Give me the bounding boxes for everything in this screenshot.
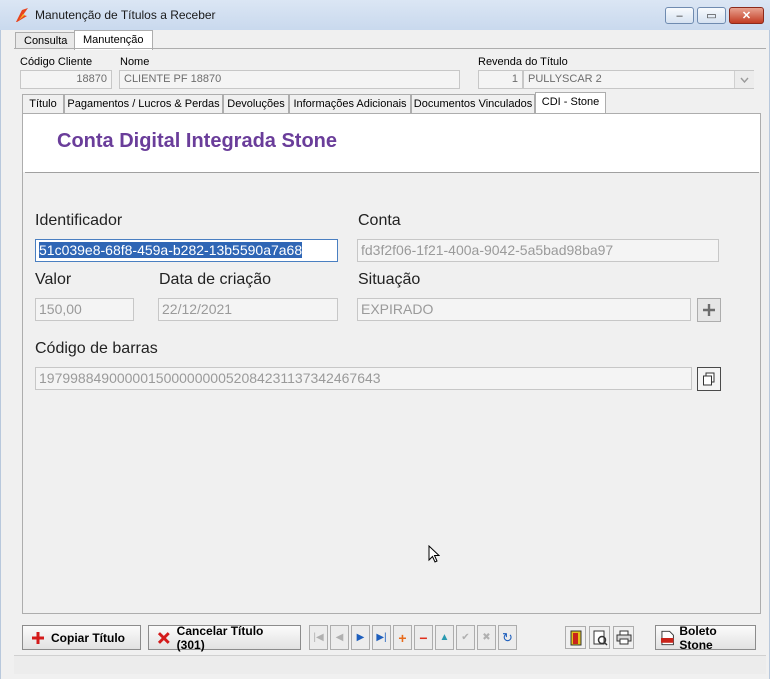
revenda-number-field[interactable]: 1 bbox=[478, 70, 523, 89]
mouse-cursor-icon bbox=[428, 545, 440, 563]
codigo-cliente-field[interactable]: 18870 bbox=[20, 70, 112, 89]
valor-label: Valor bbox=[35, 271, 72, 288]
nav-insert-button[interactable]: + bbox=[393, 625, 412, 650]
plus-icon bbox=[32, 631, 44, 644]
first-icon: |◀ bbox=[313, 632, 324, 643]
situacao-field[interactable]: EXPIRADO bbox=[357, 298, 691, 321]
revenda-label: Revenda do Título bbox=[478, 56, 568, 68]
boleto-stone-button[interactable]: Boleto Stone bbox=[655, 623, 756, 652]
door-icon bbox=[570, 630, 581, 645]
boleto-stone-label: Boleto Stone bbox=[679, 623, 717, 652]
x-icon: ✖ bbox=[482, 632, 491, 643]
cdi-panel bbox=[22, 113, 761, 614]
app-logo-icon bbox=[16, 8, 28, 22]
data-criacao-field[interactable]: 22/12/2021 bbox=[158, 298, 338, 321]
close-button[interactable]: ✕ bbox=[729, 7, 764, 24]
next-icon: ▶ bbox=[356, 632, 365, 643]
copy-barcode-button[interactable] bbox=[697, 367, 721, 391]
identificador-label: Identificador bbox=[35, 212, 123, 229]
nav-prior-button[interactable]: ◀ bbox=[330, 625, 349, 650]
subtab-documentos-vinculados[interactable]: Documentos Vinculados bbox=[411, 94, 535, 113]
conta-field[interactable]: fd3f2f06-1f21-400a-9042-5a5bad98ba97 bbox=[357, 239, 719, 262]
print-preview-icon bbox=[593, 630, 608, 646]
codigo-barras-label: Código de barras bbox=[35, 340, 158, 357]
cancelar-titulo-label: Cancelar Título (301) bbox=[176, 623, 264, 652]
subtab-pagamentos[interactable]: Pagamentos / Lucros & Perdas bbox=[64, 94, 223, 113]
revenda-select[interactable]: PULLYSCAR 2 bbox=[523, 70, 754, 89]
plus-icon: + bbox=[398, 629, 407, 646]
refresh-icon: ↻ bbox=[502, 629, 513, 645]
print-button[interactable] bbox=[613, 626, 634, 649]
conta-label: Conta bbox=[358, 212, 401, 229]
nav-refresh-button[interactable]: ↻ bbox=[498, 625, 517, 650]
maximize-button[interactable]: ▭ bbox=[697, 7, 726, 24]
subtab-informacoes-adicionais[interactable]: Informações Adicionais bbox=[289, 94, 411, 113]
nav-first-button[interactable]: |◀ bbox=[309, 625, 328, 650]
cancelar-titulo-button[interactable]: Cancelar Título (301) bbox=[148, 623, 301, 652]
nav-delete-button[interactable]: − bbox=[414, 625, 433, 650]
copiar-titulo-label: Copiar Título bbox=[51, 630, 125, 645]
subtab-cdi-stone[interactable]: CDI - Stone bbox=[535, 92, 606, 114]
revenda-select-value: PULLYSCAR 2 bbox=[528, 73, 602, 85]
identificador-field[interactable]: 51c039e8-68f8-459a-b282-13b5590a7a68 bbox=[35, 239, 338, 262]
nav-post-button[interactable]: ✔ bbox=[456, 625, 475, 650]
situacao-label: Situação bbox=[358, 271, 421, 288]
minus-icon: − bbox=[419, 629, 428, 646]
nav-cancel-button[interactable]: ✖ bbox=[477, 625, 496, 650]
tab-consulta[interactable]: Consulta bbox=[15, 32, 77, 48]
printer-icon bbox=[616, 630, 631, 645]
prior-icon: ◀ bbox=[335, 632, 344, 643]
subtab-titulo[interactable]: Título bbox=[22, 94, 64, 113]
identificador-value: 51c039e8-68f8-459a-b282-13b5590a7a68 bbox=[39, 242, 303, 258]
status-bar bbox=[14, 655, 766, 674]
chevron-down-icon[interactable] bbox=[734, 71, 754, 88]
check-icon: ✔ bbox=[461, 632, 470, 643]
pdf-icon bbox=[661, 630, 674, 645]
subtab-devolucoes[interactable]: Devoluções bbox=[223, 94, 289, 113]
minimize-button[interactable]: – bbox=[665, 7, 694, 24]
add-situacao-button[interactable] bbox=[697, 298, 721, 322]
codigo-barras-field[interactable]: 1979988490000015000000005208423113734246… bbox=[35, 367, 692, 390]
valor-field[interactable]: 150,00 bbox=[35, 298, 134, 321]
tab-divider bbox=[14, 48, 766, 49]
exit-door-button[interactable] bbox=[565, 626, 586, 649]
window-title: Manutenção de Títulos a Receber bbox=[35, 8, 216, 22]
data-criacao-label: Data de criação bbox=[159, 271, 272, 288]
print-preview-button[interactable] bbox=[589, 626, 610, 649]
copiar-titulo-button[interactable]: Copiar Título bbox=[22, 625, 141, 650]
panel-divider bbox=[25, 172, 759, 173]
tab-manutencao[interactable]: Manutenção bbox=[74, 30, 153, 50]
last-icon: ▶| bbox=[376, 632, 387, 643]
nome-label: Nome bbox=[120, 56, 150, 68]
nav-next-button[interactable]: ▶ bbox=[351, 625, 370, 650]
plus-icon bbox=[703, 304, 715, 316]
triangle-up-icon: ▲ bbox=[439, 632, 450, 643]
codigo-cliente-label: Código Cliente bbox=[20, 56, 93, 68]
panel-title: Conta Digital Integrada Stone bbox=[57, 130, 338, 152]
nav-last-button[interactable]: ▶| bbox=[372, 625, 391, 650]
nav-edit-button[interactable]: ▲ bbox=[435, 625, 454, 650]
nome-field[interactable]: CLIENTE PF 18870 bbox=[119, 70, 460, 89]
copy-icon bbox=[703, 372, 715, 386]
x-icon bbox=[157, 631, 170, 644]
